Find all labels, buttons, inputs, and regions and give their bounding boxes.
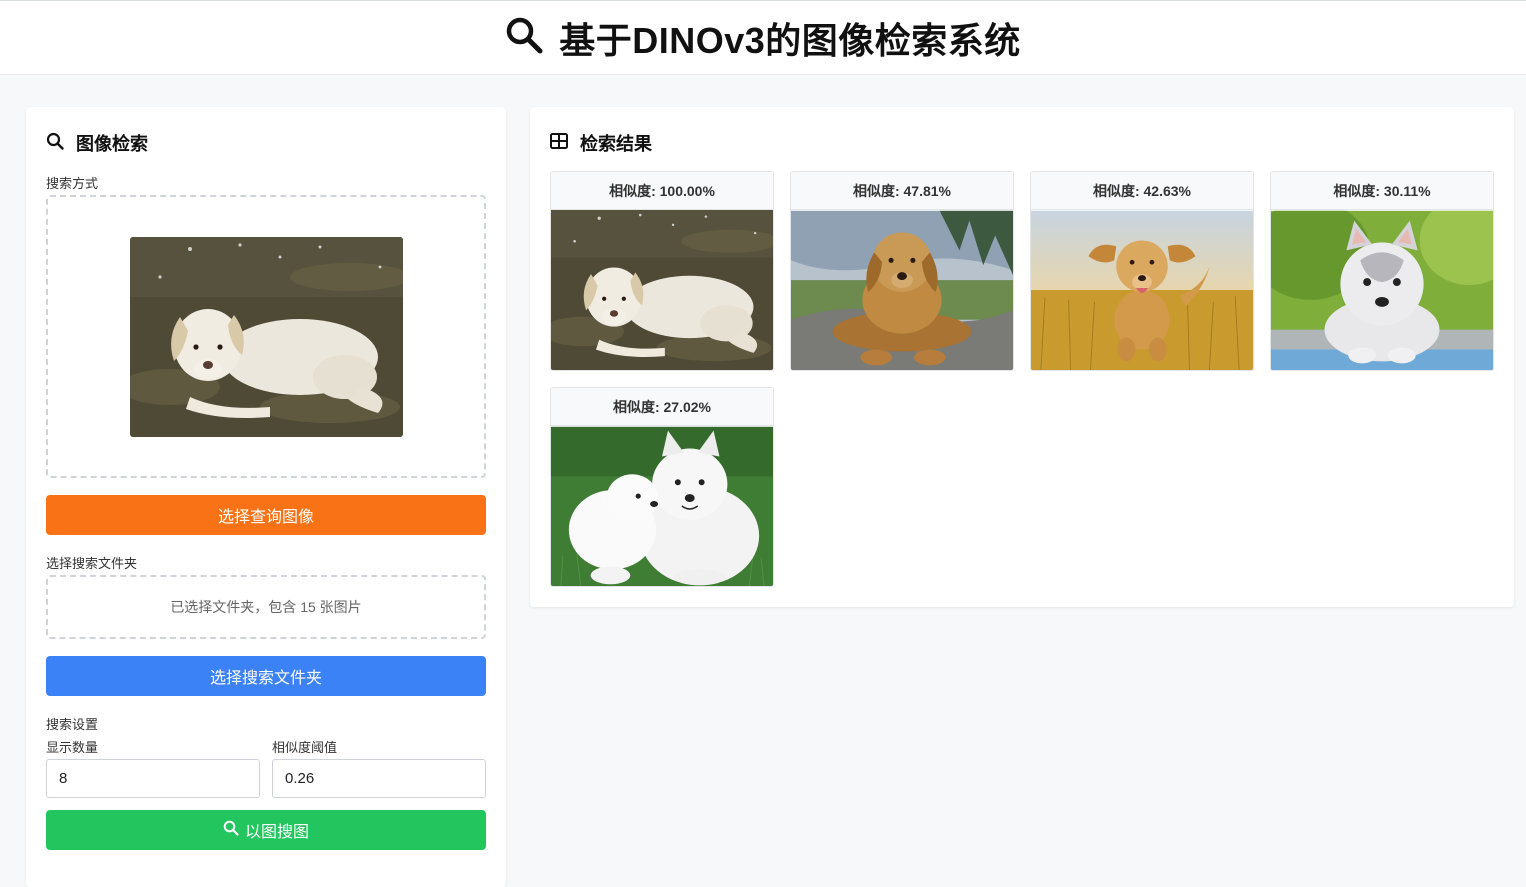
threshold-label: 相似度阈值 — [272, 740, 338, 755]
query-image-preview — [130, 237, 403, 437]
search-settings-label: 搜索设置 — [46, 717, 99, 732]
count-label: 显示数量 — [46, 740, 99, 755]
result-image — [551, 426, 773, 587]
similarity-label: 相似度: 42.63% — [1031, 172, 1253, 210]
search-icon — [46, 132, 64, 155]
results-title: 检索结果 — [580, 134, 652, 154]
select-folder-label: 选择搜索文件夹 — [209, 670, 322, 687]
image-search-heading: 图像检索 — [46, 130, 148, 156]
results-panel: 检索结果 相似度: 100.00% 相似度: 47.81% 相似度: 42.63… — [530, 107, 1514, 607]
result-card[interactable]: 相似度: 30.11% — [1270, 171, 1494, 371]
results-heading: 检索结果 — [550, 130, 652, 156]
grid-icon — [550, 132, 568, 155]
result-card[interactable]: 相似度: 42.63% — [1030, 171, 1254, 371]
image-search-title: 图像检索 — [76, 134, 148, 154]
search-icon — [223, 820, 239, 841]
result-card[interactable]: 相似度: 27.02% — [550, 387, 774, 587]
similarity-label: 相似度: 100.00% — [551, 172, 773, 210]
similarity-label: 相似度: 47.81% — [791, 172, 1013, 210]
select-folder-button[interactable]: 选择搜索文件夹 — [46, 656, 486, 696]
folder-dropzone[interactable]: 已选择文件夹，包含 15 张图片 — [46, 575, 486, 639]
result-card[interactable]: 相似度: 100.00% — [550, 171, 774, 371]
similarity-label: 相似度: 27.02% — [551, 388, 773, 426]
image-search-panel: 图像检索 搜索方式 选择查询图像 选择搜索文件夹 已选择文件夹，包含 15 张图… — [26, 107, 506, 887]
folder-info-text: 已选择文件夹，包含 15 张图片 — [170, 599, 362, 615]
result-image — [551, 210, 773, 371]
search-mode-label: 搜索方式 — [46, 176, 99, 191]
page-title: 基于DINOv3的图像检索系统 — [559, 19, 1021, 61]
count-input[interactable] — [46, 759, 260, 798]
result-image — [791, 210, 1013, 371]
search-icon — [505, 16, 543, 59]
query-image-dropzone[interactable] — [46, 195, 486, 478]
folder-label: 选择搜索文件夹 — [46, 556, 138, 571]
threshold-input[interactable] — [272, 759, 486, 798]
result-image — [1031, 210, 1253, 371]
search-by-image-label: 以图搜图 — [244, 824, 309, 841]
app-header: 基于DINOv3的图像检索系统 — [0, 0, 1526, 75]
similarity-label: 相似度: 30.11% — [1271, 172, 1493, 210]
result-image — [1271, 210, 1493, 371]
select-query-image-label: 选择查询图像 — [217, 509, 314, 526]
result-card[interactable]: 相似度: 47.81% — [790, 171, 1014, 371]
header-title-wrap: 基于DINOv3的图像检索系统 — [505, 12, 1021, 64]
select-query-image-button[interactable]: 选择查询图像 — [46, 495, 486, 535]
search-by-image-button[interactable]: 以图搜图 — [46, 810, 486, 850]
